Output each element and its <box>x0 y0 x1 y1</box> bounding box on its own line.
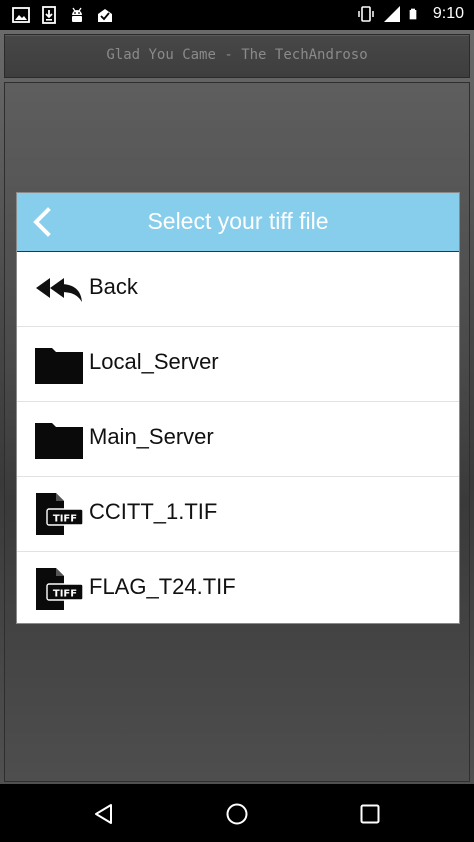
dialog-header: Select your tiff file <box>17 193 459 252</box>
reply-all-icon <box>36 278 82 302</box>
status-bar: 9:10 <box>0 0 474 30</box>
svg-text:TIFF: TIFF <box>53 589 77 600</box>
system-icons: 9:10 <box>357 5 464 23</box>
tiff-file-icon: TIFF <box>36 493 84 535</box>
dialog-title: Select your tiff file <box>147 208 329 234</box>
status-clock: 9:10 <box>432 5 464 22</box>
vibrate-icon <box>358 6 374 22</box>
folder-icon <box>35 423 83 459</box>
signal-icon <box>383 6 400 22</box>
battery-icon <box>409 8 417 20</box>
app-title-bar: Glad You Came - The TechAndroso <box>4 34 470 78</box>
image-icon <box>12 7 30 23</box>
recents-square-icon[interactable] <box>358 802 382 826</box>
home-circle-icon[interactable] <box>225 802 249 826</box>
notification-icons <box>12 6 114 24</box>
file-list: Back Local_Server Main_Server TIFF CCITT… <box>17 252 459 626</box>
tiff-file-icon: TIFF <box>36 568 84 610</box>
list-item-file[interactable]: TIFF CCITT_1.TIF <box>17 477 459 552</box>
list-item-back[interactable]: Back <box>17 252 459 327</box>
file-picker-dialog: Select your tiff file Back Local_Server … <box>16 192 460 624</box>
list-item-label: Main_Server <box>89 424 214 449</box>
app-title: Glad You Came - The TechAndroso <box>106 47 368 63</box>
inbox-check-icon <box>98 9 112 22</box>
list-item-folder[interactable]: Main_Server <box>17 402 459 477</box>
list-item-label: FLAG_T24.TIF <box>89 574 236 599</box>
list-item-label: Back <box>89 274 138 299</box>
list-item-label: Local_Server <box>89 349 219 374</box>
list-item-folder[interactable]: Local_Server <box>17 327 459 402</box>
svg-text:TIFF: TIFF <box>53 514 77 525</box>
android-icon <box>72 7 82 22</box>
navigation-bar <box>0 786 474 842</box>
folder-icon <box>35 348 83 384</box>
list-item-label: CCITT_1.TIF <box>89 499 218 524</box>
list-item-file[interactable]: TIFF FLAG_T24.TIF <box>17 552 459 626</box>
download-icon <box>42 6 56 24</box>
back-triangle-icon[interactable] <box>92 802 116 826</box>
